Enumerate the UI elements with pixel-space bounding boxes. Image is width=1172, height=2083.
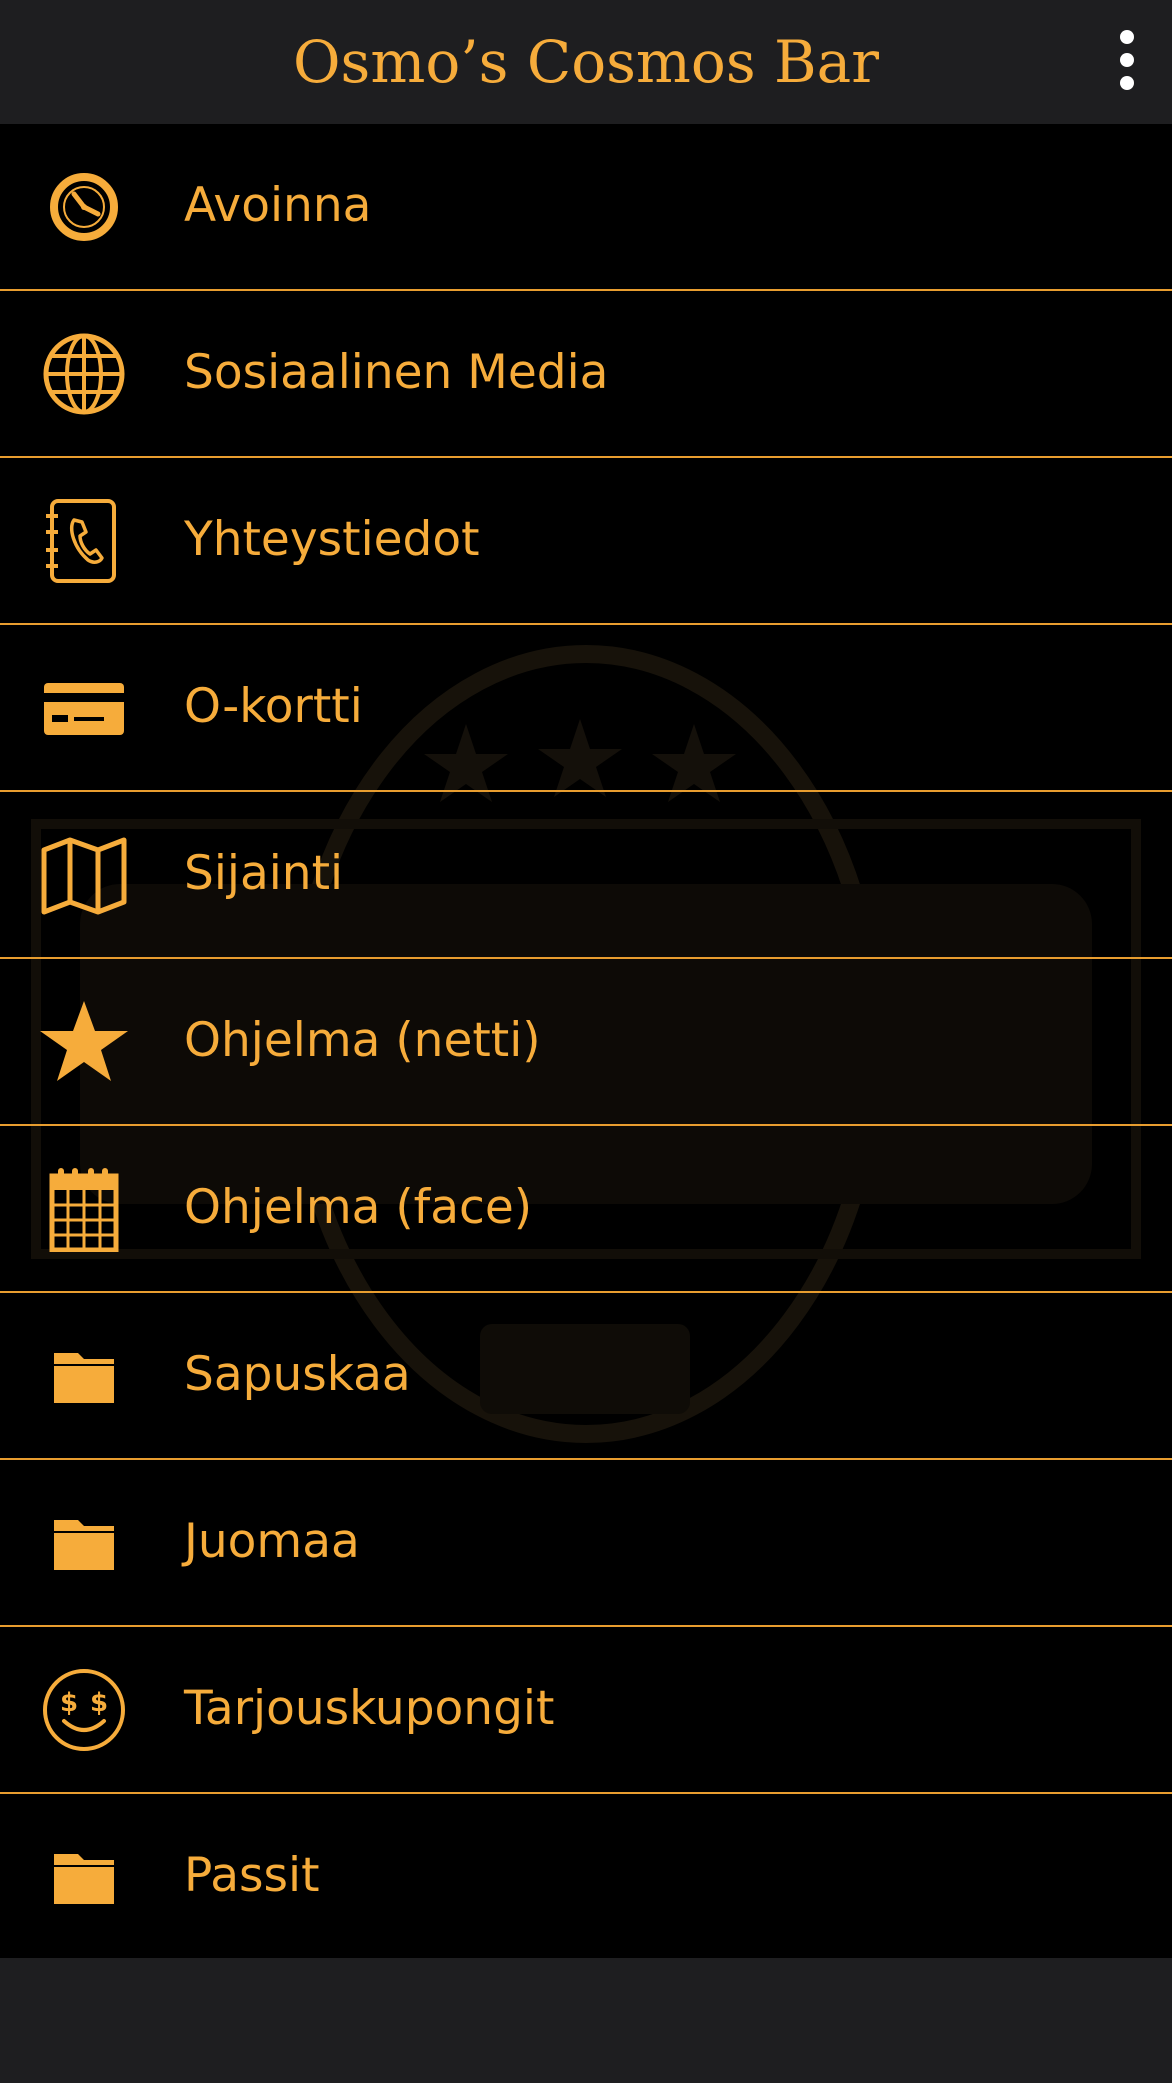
menu-item-label: O-kortti bbox=[184, 679, 363, 734]
app-title: Osmo’s Cosmos Bar bbox=[293, 28, 879, 96]
menu-item-juomaa[interactable]: Juomaa bbox=[0, 1460, 1172, 1627]
menu-item-passit[interactable]: Passit bbox=[0, 1794, 1172, 1958]
menu-item-sijainti[interactable]: Sijainti bbox=[0, 792, 1172, 959]
menu-item-tarjouskupongit[interactable]: $ $ Tarjouskupongit bbox=[0, 1627, 1172, 1794]
money-smile-icon: $ $ bbox=[38, 1667, 130, 1753]
footer-area bbox=[0, 1958, 1172, 2083]
svg-text:$: $ bbox=[60, 1688, 78, 1718]
address-book-icon bbox=[38, 498, 130, 584]
menu-item-label: Tarjouskupongit bbox=[184, 1681, 555, 1736]
credit-card-icon bbox=[38, 665, 130, 751]
overflow-menu-button[interactable] bbox=[1094, 22, 1158, 98]
main-menu-list: Avoinna Sosiaalinen Media Yhteystiedot O… bbox=[0, 124, 1172, 1958]
folder-icon bbox=[38, 1333, 130, 1419]
app-screen: Osmo’s Cosmos Bar Avoinna Sosiaalinen Me… bbox=[0, 0, 1172, 2083]
menu-item-o-kortti[interactable]: O-kortti bbox=[0, 625, 1172, 792]
clock-icon bbox=[38, 164, 130, 250]
menu-item-ohjelma-netti[interactable]: Ohjelma (netti) bbox=[0, 959, 1172, 1126]
app-header: Osmo’s Cosmos Bar bbox=[0, 0, 1172, 124]
menu-item-label: Sijainti bbox=[184, 846, 344, 901]
menu-item-label: Passit bbox=[184, 1848, 320, 1903]
menu-item-sapuskaa[interactable]: Sapuskaa bbox=[0, 1293, 1172, 1460]
menu-item-label: Avoinna bbox=[184, 178, 372, 233]
folder-icon bbox=[38, 1834, 130, 1920]
menu-item-label: Sapuskaa bbox=[184, 1347, 411, 1402]
menu-item-ohjelma-face[interactable]: Ohjelma (face) bbox=[0, 1126, 1172, 1293]
globe-icon bbox=[38, 331, 130, 417]
menu-item-label: Sosiaalinen Media bbox=[184, 345, 609, 400]
menu-item-label: Yhteystiedot bbox=[184, 512, 480, 567]
menu-item-label: Ohjelma (netti) bbox=[184, 1013, 541, 1068]
menu-item-label: Ohjelma (face) bbox=[184, 1180, 533, 1235]
svg-text:$: $ bbox=[90, 1688, 108, 1718]
menu-item-avoinna[interactable]: Avoinna bbox=[0, 124, 1172, 291]
calendar-icon bbox=[38, 1166, 130, 1252]
star-icon bbox=[38, 999, 130, 1085]
menu-item-label: Juomaa bbox=[184, 1514, 360, 1569]
folder-icon bbox=[38, 1500, 130, 1586]
menu-item-sosiaalinen-media[interactable]: Sosiaalinen Media bbox=[0, 291, 1172, 458]
map-icon bbox=[38, 832, 130, 918]
menu-item-yhteystiedot[interactable]: Yhteystiedot bbox=[0, 458, 1172, 625]
